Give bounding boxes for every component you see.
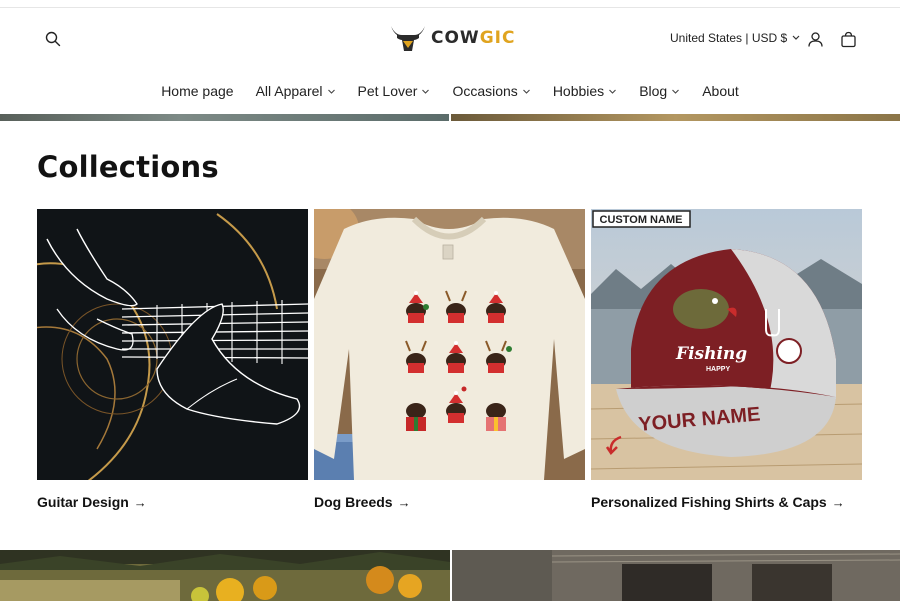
collection-card-dog-breeds[interactable]: Dog Breeds → [314, 209, 585, 510]
arrow-right-icon: → [133, 494, 147, 510]
collection-card-label: Dog Breeds [314, 494, 393, 510]
collection-card-label: Guitar Design [37, 494, 129, 510]
custom-name-badge: CUSTOM NAME [600, 214, 683, 226]
nav-item-label: All Apparel [255, 83, 323, 99]
site-header: COWGIC United States | USD $ Home page A… [0, 8, 900, 118]
dog-breeds-image[interactable] [314, 209, 585, 480]
cap-fishing-text: Fishing [675, 344, 747, 364]
search-button[interactable] [39, 25, 67, 53]
autumn-landscape-image [0, 550, 450, 601]
guitar-design-image[interactable] [37, 209, 308, 480]
cart-icon [840, 31, 856, 47]
banner-image-left [0, 114, 449, 121]
banner-image-right [451, 114, 900, 121]
locale-selector[interactable]: United States | USD $ [670, 31, 801, 45]
chevron-down-icon [327, 89, 335, 94]
nav-item-about[interactable]: About [691, 79, 750, 103]
chevron-down-icon [522, 89, 530, 94]
barn-image [452, 550, 900, 601]
nav-item-occasions[interactable]: Occasions [441, 79, 541, 103]
cart-button[interactable] [834, 25, 862, 53]
chevron-down-icon [672, 89, 680, 94]
collection-card-label: Personalized Fishing Shirts & Caps [591, 494, 827, 510]
chevron-down-icon [609, 89, 617, 94]
nav-item-label: Occasions [452, 83, 518, 99]
arrow-right-icon: → [831, 494, 845, 510]
arrow-right-icon: → [397, 494, 411, 510]
nav-item-label: Pet Lover [357, 83, 418, 99]
nav-item-blog[interactable]: Blog [628, 79, 691, 103]
nav-item-pet-lover[interactable]: Pet Lover [347, 79, 442, 103]
nav-item-label: Hobbies [552, 83, 605, 99]
collection-card-guitar-design[interactable]: Guitar Design → [37, 209, 308, 510]
nav-item-label: About [702, 83, 739, 99]
collection-card-link[interactable]: Personalized Fishing Shirts & Caps → [591, 494, 862, 510]
chevron-down-icon [422, 89, 430, 94]
logo-text: COWGIC [431, 28, 516, 48]
nav-item-label: Home page [161, 83, 234, 99]
nav-item-hobbies[interactable]: Hobbies [542, 79, 628, 103]
collection-card-link[interactable]: Dog Breeds → [314, 494, 585, 510]
collection-card-link[interactable]: Guitar Design → [37, 494, 308, 510]
banner-image-strip-top [0, 114, 900, 121]
site-logo[interactable]: COWGIC [389, 23, 515, 53]
banner-image-strip-bottom [0, 550, 900, 601]
locale-label: United States | USD $ [670, 31, 788, 45]
chevron-down-icon [792, 35, 800, 40]
nav-item-label: Blog [639, 83, 668, 99]
top-border [0, 0, 900, 8]
bull-head-logo-icon [391, 26, 425, 51]
account-button[interactable] [801, 25, 829, 53]
main-navigation: Home page All Apparel Pet Lover Occasion… [0, 79, 900, 103]
nav-item-home-page[interactable]: Home page [150, 79, 244, 103]
cap-subtext: HAPPY [706, 366, 730, 373]
account-icon [807, 31, 823, 47]
nav-item-all-apparel[interactable]: All Apparel [245, 79, 347, 103]
collections-title: Collections [37, 150, 219, 184]
fishing-cap-image[interactable]: CUSTOM NAME Fishing HAPPY YOUR NAME [591, 209, 862, 480]
search-icon [45, 31, 61, 47]
collection-card-fishing[interactable]: CUSTOM NAME Fishing HAPPY YOUR NAME Pers… [591, 209, 862, 510]
